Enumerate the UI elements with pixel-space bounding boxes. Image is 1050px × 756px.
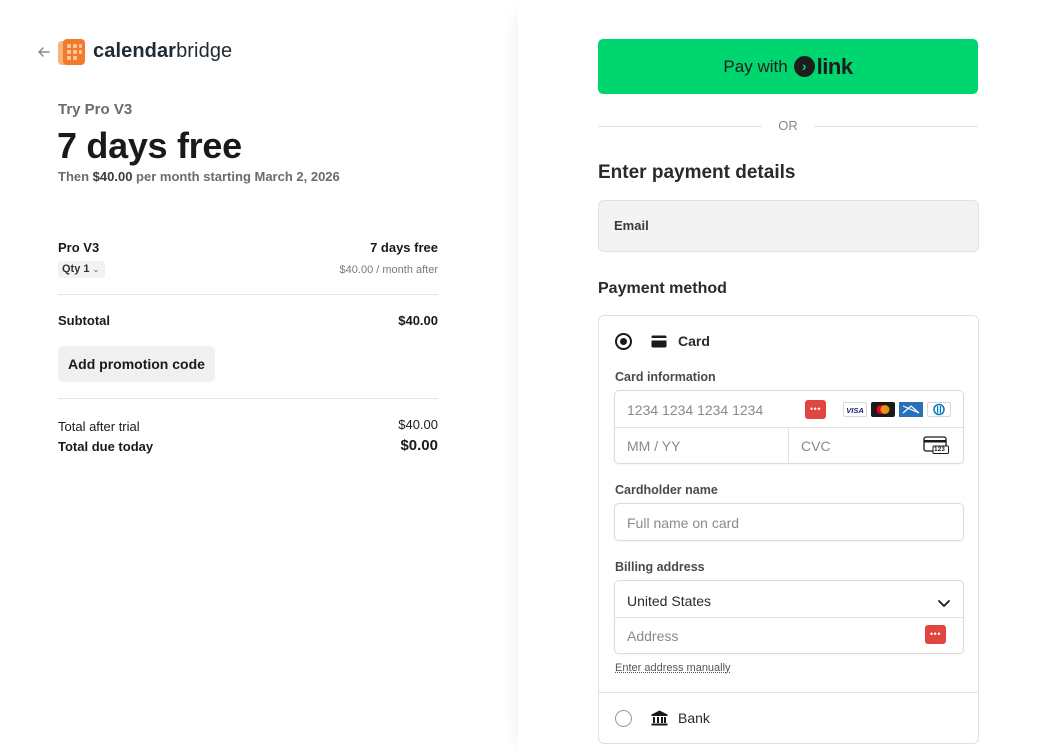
billing-address-label: Billing address	[615, 560, 705, 574]
item-name: Pro V3	[58, 240, 100, 255]
item-price: 7 days free	[370, 240, 438, 255]
payment-method-heading: Payment method	[598, 280, 727, 297]
billing-address-fields: United States Address •••	[614, 580, 964, 654]
divider	[598, 126, 762, 127]
visa-icon: VISA	[843, 402, 867, 417]
total-due-today-value: $0.00	[400, 437, 438, 454]
card-radio[interactable]	[615, 333, 632, 350]
enter-address-manually-link[interactable]: Enter address manually	[615, 662, 731, 674]
card-number-input[interactable]: 1234 1234 1234 1234	[627, 402, 763, 418]
cardholder-name-label: Cardholder name	[615, 483, 718, 497]
cvc-input[interactable]: CVC	[801, 438, 831, 454]
item-after-trial-price: $40.00 / month after	[339, 264, 438, 276]
trial-headline: 7 days free	[57, 125, 242, 166]
payment-panel: Pay with › link OR Enter payment details…	[518, 0, 1050, 756]
divider	[599, 692, 978, 693]
divider	[58, 294, 438, 295]
subtotal-value: $40.00	[398, 313, 438, 328]
divider	[615, 617, 963, 618]
back-arrow-icon[interactable]	[36, 44, 52, 60]
total-due-today-label: Total due today	[58, 439, 154, 454]
divider	[58, 398, 438, 399]
amex-icon	[899, 402, 923, 417]
chevron-down-icon: ⌄	[92, 265, 100, 274]
divider	[615, 427, 963, 428]
billing-terms: Then $40.00 per month starting March 2, …	[58, 169, 340, 184]
email-field[interactable]: Email	[598, 200, 979, 252]
diners-club-icon	[927, 402, 951, 417]
order-summary-panel: calendarbridge Try Pro V3 7 days free Th…	[0, 0, 518, 756]
card-option-label: Card	[678, 333, 710, 349]
autofill-icon[interactable]: •••	[925, 625, 946, 644]
total-after-trial-value: $40.00	[398, 417, 438, 432]
divider	[788, 427, 789, 463]
mastercard-icon	[871, 402, 895, 417]
total-after-trial-label: Total after trial	[58, 419, 140, 434]
subtotal-label: Subtotal	[58, 313, 110, 328]
add-promotion-code-button[interactable]: Add promotion code	[58, 346, 215, 382]
or-separator: OR	[778, 118, 798, 133]
brand-name: calendarbridge	[93, 40, 233, 62]
payment-details-heading: Enter payment details	[598, 162, 796, 183]
credit-card-icon	[651, 335, 667, 353]
divider	[814, 126, 978, 127]
address-input[interactable]: Address	[627, 628, 678, 644]
bank-radio[interactable]	[615, 710, 632, 727]
card-information-label: Card information	[615, 370, 716, 384]
autofill-icon[interactable]: •••	[805, 400, 826, 419]
cvc-card-icon: 123	[923, 436, 949, 459]
chevron-down-icon[interactable]	[937, 595, 951, 613]
bank-icon	[651, 710, 668, 731]
quantity-selector[interactable]: Qty 1 ⌄	[58, 261, 105, 278]
calendarbridge-logo-icon	[58, 37, 86, 67]
pay-with-link-button[interactable]: Pay with › link	[598, 39, 978, 94]
bank-option-label: Bank	[678, 710, 710, 726]
link-chevron-icon: ›	[793, 56, 815, 77]
country-select[interactable]: United States	[627, 593, 711, 609]
expiry-input[interactable]: MM / YY	[627, 438, 680, 454]
payment-method-group: Card Card information 1234 1234 1234 123…	[598, 315, 979, 744]
cardholder-name-field[interactable]: Full name on card	[614, 503, 964, 541]
plan-title: Try Pro V3	[58, 101, 133, 118]
cardholder-name-input[interactable]: Full name on card	[627, 515, 739, 531]
card-information-fields: 1234 1234 1234 1234 ••• VISA MM / YY CVC…	[614, 390, 964, 464]
